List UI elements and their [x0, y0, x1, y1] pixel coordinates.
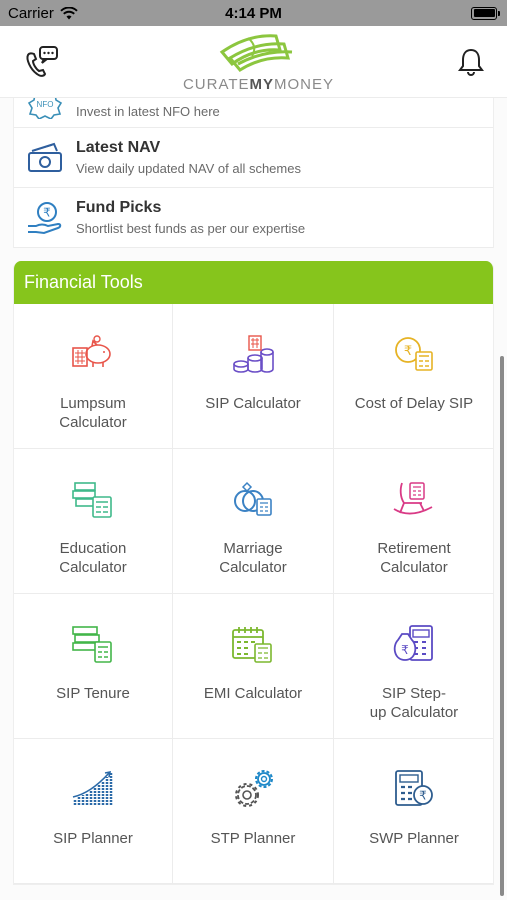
cash-icon	[26, 139, 64, 177]
scrollbar[interactable]	[500, 356, 504, 896]
rocking-chair-icon	[392, 477, 436, 521]
tool-emi-calculator[interactable]: EMI Calculator	[173, 594, 334, 739]
support-chat-icon[interactable]	[22, 43, 60, 81]
tool-sip-planner[interactable]: SIP Planner	[14, 739, 173, 884]
menu-title: Fund Picks	[76, 199, 162, 216]
books-calculator-icon	[71, 477, 115, 521]
tool-lumpsum-calculator[interactable]: Lumpsum Calculator	[14, 304, 173, 449]
tool-label: EMI Calculator	[203, 685, 303, 702]
tool-swp-planner[interactable]: ₹ SWP Planner	[334, 739, 493, 884]
tools-grid: Lumpsum Calculator SIP Calculator ₹ Cost…	[14, 304, 493, 884]
rupee-coin-calculator-icon: ₹	[392, 332, 436, 376]
svg-text:₹: ₹	[401, 643, 409, 657]
logo-wordmark: CURATEMYMONEY	[182, 76, 335, 93]
bell-icon[interactable]	[457, 47, 485, 77]
battery-icon	[471, 6, 500, 20]
logo-notes-icon	[220, 34, 293, 72]
status-bar: Carrier 4:14 PM	[0, 0, 507, 26]
menu-item-fund-picks[interactable]: ₹ Fund Picks Shortlist best funds as per…	[14, 188, 493, 248]
tool-label: STP Planner	[210, 830, 296, 847]
tool-cost-of-delay-sip[interactable]: ₹ Cost of Delay SIP	[334, 304, 493, 449]
tool-stp-planner[interactable]: STP Planner	[173, 739, 334, 884]
calendar-calculator-icon	[231, 622, 275, 666]
svg-text:₹: ₹	[404, 344, 412, 359]
main-content: NFO Invest in latest NFO here Latest NAV…	[0, 98, 507, 900]
tool-sip-step-up-calculator[interactable]: ₹ SIP Step- up Calculator	[334, 594, 493, 739]
tool-retirement-calculator[interactable]: Retirement Calculator	[334, 449, 493, 594]
menu-subtitle: View daily updated NAV of all schemes	[76, 161, 301, 176]
growth-bars-icon	[71, 767, 115, 811]
tool-sip-tenure[interactable]: SIP Tenure	[14, 594, 173, 739]
piggy-bank-icon	[71, 332, 115, 376]
invest-menu: NFO Invest in latest NFO here Latest NAV…	[13, 98, 494, 248]
tool-label: Cost of Delay SIP	[354, 395, 474, 412]
svg-text:₹: ₹	[419, 789, 427, 803]
carrier-label: Carrier	[8, 4, 54, 22]
tool-label: SIP Tenure	[56, 685, 130, 702]
svg-text:NFO: NFO	[37, 100, 54, 109]
menu-item-latest-nav[interactable]: Latest NAV View daily updated NAV of all…	[14, 128, 493, 188]
tool-label: SIP Planner	[53, 830, 133, 847]
menu-item-nfo[interactable]: NFO Invest in latest NFO here	[14, 98, 493, 128]
rupee-hand-icon: ₹	[26, 199, 64, 237]
money-bag-calculator-icon: ₹	[392, 622, 436, 666]
rings-calculator-icon	[231, 477, 275, 521]
financial-tools-title: Financial Tools	[14, 261, 493, 304]
curatemymoney-logo: CURATEMYMONEY	[183, 30, 334, 93]
tool-label: Education Calculator	[59, 540, 127, 576]
tool-label: Lumpsum Calculator	[59, 395, 127, 431]
calculator-rupee-icon: ₹	[392, 767, 436, 811]
gears-icon	[231, 767, 275, 811]
tool-label: Marriage Calculator	[219, 540, 287, 576]
financial-tools-card: Financial Tools Lumpsum Calculator SIP C…	[13, 261, 494, 885]
menu-subtitle: Shortlist best funds as per our expertis…	[76, 221, 306, 236]
tool-sip-calculator[interactable]: SIP Calculator	[173, 304, 334, 449]
tool-label: SWP Planner	[369, 830, 459, 847]
tool-label: Retirement Calculator	[377, 540, 451, 576]
tool-label: SIP Step- up Calculator	[369, 685, 459, 721]
wifi-icon	[60, 6, 78, 19]
coins-stack-icon	[231, 332, 275, 376]
tool-marriage-calculator[interactable]: Marriage Calculator	[173, 449, 334, 594]
tool-label: SIP Calculator	[205, 395, 301, 412]
svg-text:₹: ₹	[43, 205, 51, 219]
book-stack-calculator-icon	[71, 622, 115, 666]
menu-title: Latest NAV	[76, 139, 161, 156]
nfo-icon: NFO	[26, 98, 64, 123]
tool-education-calculator[interactable]: Education Calculator	[14, 449, 173, 594]
menu-subtitle: Invest in latest NFO here	[76, 104, 220, 119]
app-header: CURATEMYMONEY	[0, 26, 507, 98]
